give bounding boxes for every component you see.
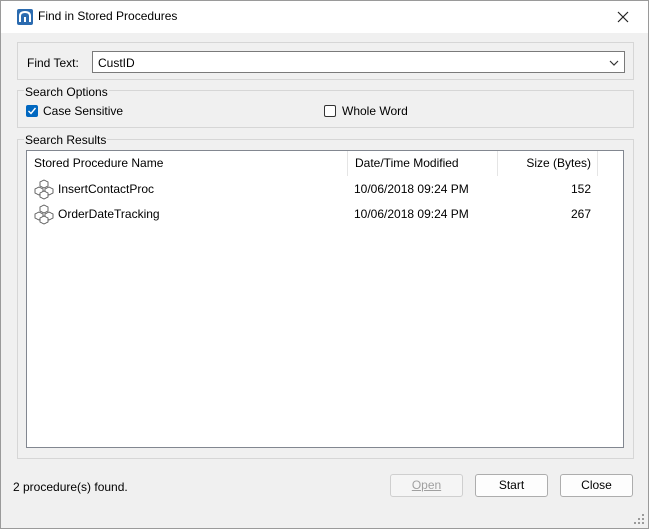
row-size: 267	[570, 207, 591, 221]
column-header-size-label: Size (Bytes)	[526, 156, 591, 170]
resize-grip-icon[interactable]	[634, 514, 644, 524]
close-window-button[interactable]	[604, 3, 642, 31]
find-dialog: Find in Stored Procedures Find Text: Cus…	[0, 0, 649, 529]
row-modified: 10/06/2018 09:24 PM	[354, 207, 469, 221]
open-button[interactable]: Open	[390, 474, 463, 497]
title-bar: Find in Stored Procedures	[1, 1, 648, 33]
column-header-size[interactable]: Size (Bytes)	[498, 151, 598, 176]
chevron-down-icon[interactable]	[608, 57, 620, 69]
find-text-combobox[interactable]: CustID	[92, 51, 625, 73]
search-options-legend: Search Options	[24, 85, 109, 99]
table-row[interactable]: OrderDateTracking 10/06/2018 09:24 PM 26…	[27, 202, 623, 225]
start-button[interactable]: Start	[475, 474, 548, 497]
table-row[interactable]: InsertContactProc 10/06/2018 09:24 PM 15…	[27, 177, 623, 200]
status-text: 2 procedure(s) found.	[13, 480, 128, 494]
close-icon	[617, 11, 629, 23]
column-header-name[interactable]: Stored Procedure Name	[27, 151, 348, 176]
search-results-legend: Search Results	[24, 133, 108, 147]
results-listview[interactable]: Stored Procedure Name Date/Time Modified…	[26, 150, 624, 448]
find-text-label: Find Text:	[27, 56, 79, 70]
case-sensitive-checkbox[interactable]	[26, 105, 38, 117]
checkmark-icon	[28, 107, 37, 115]
case-sensitive-label[interactable]: Case Sensitive	[43, 104, 123, 118]
row-name: OrderDateTracking	[58, 207, 160, 221]
stored-procedure-icon	[34, 179, 54, 200]
open-button-label: Open	[411, 478, 442, 492]
row-modified: 10/06/2018 09:24 PM	[354, 182, 469, 196]
listview-header: Stored Procedure Name Date/Time Modified…	[27, 151, 623, 176]
whole-word-checkbox[interactable]	[324, 105, 336, 117]
window-title: Find in Stored Procedures	[38, 9, 178, 23]
find-text-value[interactable]: CustID	[98, 56, 135, 70]
column-header-modified[interactable]: Date/Time Modified	[348, 151, 498, 176]
close-button[interactable]: Close	[560, 474, 633, 497]
stored-procedure-icon	[34, 204, 54, 225]
row-size: 152	[570, 182, 591, 196]
row-name: InsertContactProc	[58, 182, 155, 196]
whole-word-label[interactable]: Whole Word	[342, 104, 408, 118]
app-icon	[17, 9, 33, 25]
